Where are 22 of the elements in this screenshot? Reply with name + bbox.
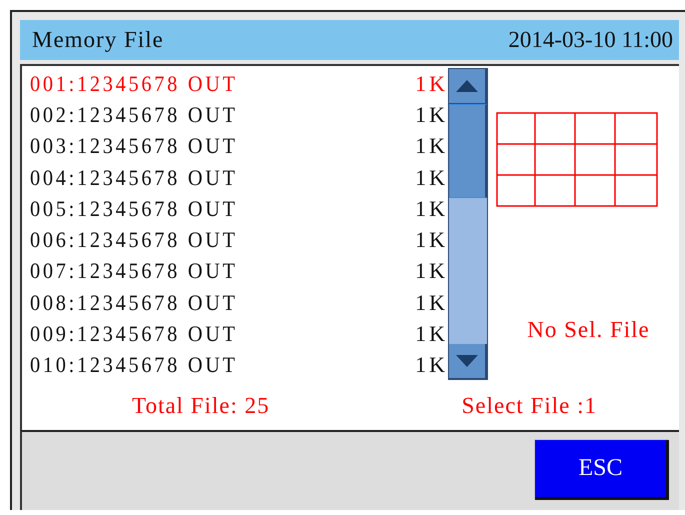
file-row[interactable]: 008:12345678 OUT 1K — [30, 287, 448, 318]
date-time: 2014-03-10 11:00 — [508, 27, 673, 53]
up-triangle-icon — [455, 79, 479, 93]
esc-button[interactable]: ESC — [535, 440, 669, 500]
scrollbar[interactable] — [448, 68, 488, 380]
file-row[interactable]: 004:12345678 OUT 1K — [30, 162, 448, 194]
file-row[interactable]: 006:12345678 OUT 1K — [30, 224, 448, 256]
selected-files-label: Select File :1 — [462, 393, 597, 419]
window-title: Memory File — [32, 27, 164, 53]
scroll-down-button[interactable] — [449, 344, 487, 379]
scroll-thumb[interactable] — [449, 104, 487, 198]
no-selection-message: No Sel. File — [527, 317, 650, 343]
file-row[interactable]: 001:12345678 OUT 1K — [30, 68, 448, 100]
scroll-up-button[interactable] — [449, 69, 487, 104]
file-row[interactable]: 003:12345678 OUT 1K — [30, 130, 448, 162]
file-row[interactable]: 007:12345678 OUT 1K — [30, 256, 448, 288]
file-row[interactable]: 009:12345678 OUT 1K — [30, 318, 448, 350]
down-triangle-icon — [455, 354, 479, 368]
total-files-label: Total File: 25 — [132, 393, 270, 419]
file-row[interactable]: 005:12345678 OUT 1K — [30, 193, 448, 224]
file-row[interactable]: 002:12345678 OUT 1K — [30, 99, 448, 131]
file-row[interactable]: 010:12345678 OUT 1K — [30, 350, 448, 381]
